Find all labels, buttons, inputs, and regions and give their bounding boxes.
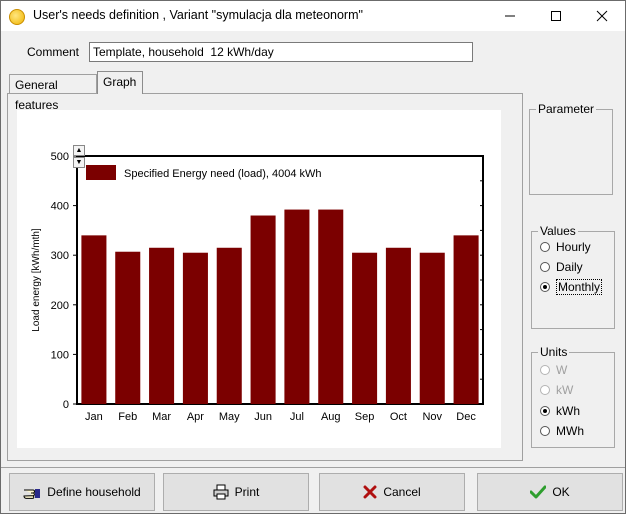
radio-indicator — [540, 262, 550, 272]
chart-scale-spinner[interactable]: ▲ ▼ — [73, 145, 85, 168]
tab-general-features[interactable]: General features — [9, 74, 97, 112]
radio-monthly[interactable]: Monthly — [540, 279, 603, 295]
radio-label: Daily — [556, 260, 583, 274]
radio-label: kW — [556, 383, 574, 397]
values-group-title: Values — [538, 224, 578, 238]
dialog-window: User's needs definition , Variant "symul… — [0, 0, 626, 514]
values-group: Values Hourly Daily Monthly — [531, 224, 615, 329]
radio-kw[interactable]: kW — [540, 382, 573, 398]
bar-dec — [453, 235, 479, 404]
x-tick-label: Sep — [355, 411, 375, 423]
y-tick-label: 0 — [63, 399, 69, 411]
checkmark-icon — [530, 485, 547, 499]
maximize-button[interactable] — [533, 1, 579, 31]
y-tick-label: 400 — [51, 201, 69, 213]
parameter-group: Parameter — [529, 102, 613, 195]
x-tick-label: Dec — [456, 411, 476, 423]
radio-indicator — [540, 406, 550, 416]
radio-indicator — [540, 365, 550, 375]
bar-jul — [284, 209, 310, 404]
radio-label: Hourly — [556, 240, 591, 254]
y-tick-label: 100 — [51, 349, 69, 361]
ok-button[interactable]: OK — [477, 473, 623, 511]
minimize-button[interactable] — [487, 1, 533, 31]
x-tick-label: Jan — [85, 411, 103, 423]
bar-oct — [385, 247, 411, 404]
ok-label: OK — [552, 485, 570, 499]
x-tick-label: Jul — [290, 411, 304, 423]
bar-may — [216, 247, 242, 404]
x-tick-label: Oct — [390, 411, 407, 423]
hand-pointer-icon — [23, 489, 41, 499]
cancel-label: Cancel — [383, 485, 421, 499]
radio-indicator — [540, 242, 550, 252]
chart-area: 0 100 200 300 400 500 Load energy [kWh/mth] Jan… — [17, 110, 501, 448]
scale-down-icon[interactable]: ▼ — [73, 157, 85, 168]
y-tick-label: 300 — [51, 250, 69, 262]
x-tick-label: Mar — [152, 411, 171, 423]
radio-indicator — [540, 282, 550, 292]
y-axis-label: Load energy [kWh/mth] — [31, 228, 42, 332]
legend-swatch — [86, 165, 116, 180]
title-bar: User's needs definition , Variant "symul… — [1, 1, 625, 31]
radio-hourly[interactable]: Hourly — [540, 239, 591, 255]
legend-label: Specified Energy need (load), 4004 kWh — [124, 168, 322, 180]
window-title: User's needs definition , Variant "symul… — [33, 8, 363, 22]
radio-label: Monthly — [556, 279, 603, 295]
bar-sep — [352, 252, 378, 404]
tab-graph[interactable]: Graph — [97, 71, 143, 94]
x-tick-label: Aug — [321, 411, 341, 423]
app-icon — [9, 9, 25, 25]
units-group: Units W kW kWh MWh — [531, 345, 615, 448]
bar-nov — [419, 252, 445, 404]
radio-label: W — [556, 363, 568, 377]
print-button[interactable]: Print — [163, 473, 309, 511]
energy-bar-chart: 0 100 200 300 400 500 Load energy [kWh/mth] Jan… — [31, 151, 484, 423]
bar-feb — [115, 251, 141, 404]
bar-apr — [182, 252, 208, 404]
close-button[interactable] — [579, 1, 625, 31]
x-tick-label: Apr — [187, 411, 204, 423]
bottom-divider — [1, 467, 625, 468]
maximize-icon — [551, 11, 561, 21]
bar-mar — [149, 247, 175, 404]
close-icon — [596, 10, 608, 22]
minimize-icon — [505, 15, 515, 17]
y-tick-label: 500 — [51, 151, 69, 163]
scale-up-icon[interactable]: ▲ — [73, 145, 85, 156]
radio-kwh[interactable]: kWh — [540, 403, 580, 419]
x-tick-label: Feb — [118, 411, 137, 423]
radio-daily[interactable]: Daily — [540, 259, 583, 275]
units-group-title: Units — [538, 345, 570, 359]
radio-w[interactable]: W — [540, 362, 567, 378]
bar-jan — [81, 235, 107, 404]
x-tick-label: Nov — [422, 411, 442, 423]
radio-label: MWh — [556, 424, 584, 438]
cancel-button[interactable]: Cancel — [319, 473, 465, 511]
bar-aug — [318, 209, 344, 404]
comment-label: Comment — [27, 45, 80, 59]
define-household-button[interactable]: Define household — [9, 473, 155, 511]
x-tick-label: Jun — [254, 411, 272, 423]
print-label: Print — [234, 485, 260, 499]
radio-indicator — [540, 385, 550, 395]
bar-jun — [250, 215, 276, 404]
x-tick-label: May — [219, 411, 240, 423]
cancel-x-icon — [363, 485, 377, 499]
printer-icon — [213, 484, 229, 500]
parameter-group-title: Parameter — [536, 102, 597, 116]
radio-mwh[interactable]: MWh — [540, 423, 584, 439]
radio-indicator — [540, 426, 550, 436]
radio-label: kWh — [556, 404, 580, 418]
define-household-label: Define household — [47, 485, 141, 499]
comment-input[interactable] — [89, 42, 473, 62]
y-tick-label: 200 — [51, 300, 69, 312]
